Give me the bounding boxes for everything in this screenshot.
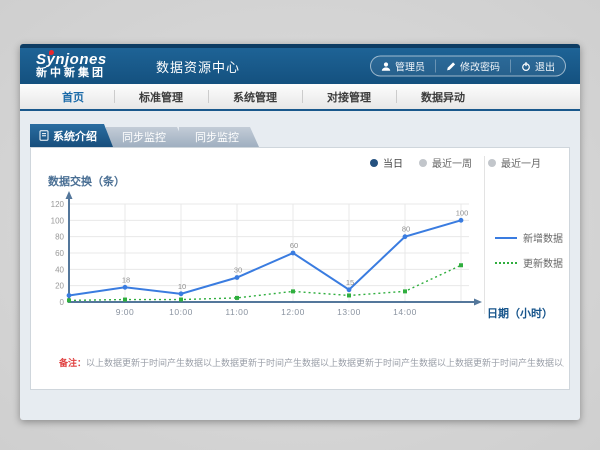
tab-system-intro[interactable]: 系统介绍 (30, 124, 113, 147)
current-user-label: 管理员 (395, 59, 425, 74)
svg-text:60: 60 (55, 249, 64, 258)
svg-text:14:00: 14:00 (393, 307, 417, 317)
svg-text:18: 18 (122, 275, 130, 284)
x-axis-title: 日期（小时） (487, 305, 553, 321)
radio-dot-selected (370, 159, 378, 167)
nav-item-integration-mgmt[interactable]: 对接管理 (302, 84, 396, 109)
svg-text:80: 80 (55, 233, 64, 242)
legend-divider (484, 156, 485, 314)
svg-text:100: 100 (51, 216, 65, 225)
logo-company: 新中新集团 (36, 68, 140, 80)
footnote: 备注：以上数据更新于时间产生数据以上数据更新于时间产生数据以上数据更新于时间产生… (59, 356, 564, 369)
svg-text:9:00: 9:00 (116, 307, 135, 317)
period-filter: 当日 最近一周 最近一月 (370, 155, 541, 170)
svg-text:11:00: 11:00 (225, 307, 248, 317)
svg-text:0: 0 (60, 298, 65, 307)
legend-new-data-label: 新增数据 (523, 230, 563, 245)
filter-last-month-label: 最近一月 (501, 155, 541, 170)
svg-text:30: 30 (234, 266, 242, 275)
edit-icon (446, 61, 456, 71)
filter-today[interactable]: 当日 (370, 155, 403, 170)
nav-item-system-mgmt[interactable]: 系统管理 (208, 84, 302, 109)
page-title: 数据资源中心 (156, 57, 240, 76)
change-password-button[interactable]: 修改密码 (435, 60, 510, 73)
svg-text:10:00: 10:00 (169, 307, 193, 317)
line-chart: 0 20 40 60 80 100 120 9:00 10:00 11:00 12:00 13:00 1… (41, 190, 511, 320)
logout-button[interactable]: 退出 (510, 60, 565, 73)
user-icon (381, 61, 391, 71)
chart-legend: 新增数据 更新数据 (495, 230, 563, 270)
svg-text:120: 120 (51, 200, 65, 209)
user-menu: 管理员 修改密码 退出 (370, 56, 566, 77)
filter-last-week-label: 最近一周 (432, 155, 472, 170)
svg-text:15: 15 (346, 278, 354, 287)
legend-updated-data[interactable]: 更新数据 (495, 255, 563, 270)
svg-text:60: 60 (290, 241, 298, 250)
chart-panel: 当日 最近一周 最近一月 数据交换（条） 0 20 40 60 80 100 120 9:00… (30, 147, 570, 390)
footnote-text: 以上数据更新于时间产生数据以上数据更新于时间产生数据以上数据更新于时间产生数据以… (86, 358, 564, 368)
nav-item-standard-mgmt[interactable]: 标准管理 (114, 84, 208, 109)
legend-updated-data-label: 更新数据 (523, 255, 563, 270)
tab-sync-monitor-2[interactable]: 同步监控 (179, 127, 259, 147)
filter-today-label: 当日 (383, 155, 403, 170)
legend-new-data[interactable]: 新增数据 (495, 230, 563, 245)
svg-text:13:00: 13:00 (337, 307, 361, 317)
dotted-line-swatch (495, 262, 517, 264)
svg-text:20: 20 (55, 282, 64, 291)
document-icon (39, 130, 49, 141)
main-nav: 首页 标准管理 系统管理 对接管理 数据异动 (20, 84, 580, 111)
app-header: Synjones 新中新集团 数据资源中心 管理员 修改密码 退出 (20, 44, 580, 84)
solid-line-swatch (495, 237, 517, 239)
change-password-label: 修改密码 (460, 59, 500, 74)
footnote-label: 备注： (59, 358, 86, 368)
svg-text:12:00: 12:00 (281, 307, 305, 317)
filter-last-week[interactable]: 最近一周 (419, 155, 472, 170)
svg-text:100: 100 (456, 208, 469, 217)
radio-dot (488, 159, 496, 167)
tab-sync-monitor-2-label: 同步监控 (195, 129, 239, 145)
logout-label: 退出 (535, 59, 555, 74)
app-window: Synjones 新中新集团 数据资源中心 管理员 修改密码 退出 首页 标准管… (20, 44, 580, 420)
svg-text:10: 10 (178, 282, 186, 291)
content-area: 系统介绍 同步监控 同步监控 当日 最近一周 (20, 111, 580, 418)
nav-item-data-changes[interactable]: 数据异动 (396, 84, 490, 109)
company-logo: Synjones 新中新集团 (36, 52, 140, 79)
current-user[interactable]: 管理员 (371, 60, 435, 73)
tab-sync-monitor-1[interactable]: 同步监控 (106, 127, 186, 147)
filter-last-month[interactable]: 最近一月 (488, 155, 541, 170)
radio-dot (419, 159, 427, 167)
y-axis-title: 数据交换（条） (48, 173, 125, 189)
svg-text:80: 80 (402, 225, 410, 234)
nav-item-home[interactable]: 首页 (32, 84, 114, 109)
svg-text:40: 40 (55, 265, 64, 274)
power-icon (521, 61, 531, 71)
tab-system-intro-label: 系统介绍 (53, 128, 97, 144)
tab-sync-monitor-1-label: 同步监控 (122, 129, 166, 145)
tab-bar: 系统介绍 同步监控 同步监控 (30, 111, 570, 147)
